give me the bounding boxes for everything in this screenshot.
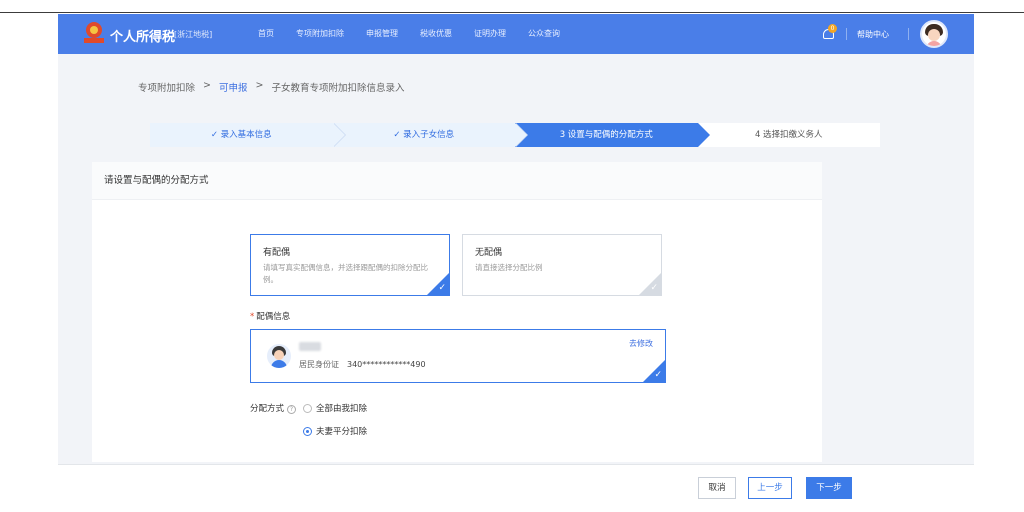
next-step-button[interactable]: 下一步 bbox=[806, 477, 852, 499]
spouse-name-redacted bbox=[299, 342, 321, 351]
option-title: 有配偶 bbox=[263, 248, 291, 258]
allocation-method-label: 分配方式? bbox=[250, 402, 297, 414]
region-label: [浙江地税] bbox=[174, 30, 213, 39]
help-center-link[interactable]: 帮助中心 bbox=[857, 29, 889, 40]
nav-tax-benefits[interactable]: 税收优惠 bbox=[420, 28, 452, 39]
main-nav: 首页 专项附加扣除 申报管理 税收优惠 证明办理 公众查询 bbox=[258, 28, 560, 39]
spouse-info-text: 配偶信息 bbox=[256, 312, 291, 322]
footer-bar: 取消 上一步 下一步 bbox=[58, 464, 974, 512]
radio-button-selected[interactable] bbox=[303, 426, 312, 436]
top-divider-line bbox=[0, 12, 1024, 13]
nav-special-deduction[interactable]: 专项附加扣除 bbox=[296, 28, 344, 39]
option-desc: 请填写真实配偶信息，并选择跟配偶的扣除分配比例。 bbox=[263, 263, 428, 284]
radio-button[interactable] bbox=[303, 403, 312, 413]
card-title: 请设置与配偶的分配方式 bbox=[92, 162, 822, 200]
breadcrumb-separator: > bbox=[255, 80, 264, 91]
bell-icon[interactable]: 0 bbox=[822, 24, 837, 40]
tax-emblem-icon bbox=[84, 22, 104, 44]
question-icon[interactable]: ? bbox=[287, 405, 297, 414]
prev-step-button[interactable]: 上一步 bbox=[748, 477, 792, 499]
nav-certificates[interactable]: 证明办理 bbox=[474, 28, 506, 39]
nav-home[interactable]: 首页 bbox=[258, 28, 274, 39]
nav-public-query[interactable]: 公众查询 bbox=[528, 28, 560, 39]
step-child-info: ✓ 录入子女信息 bbox=[332, 123, 528, 147]
check-icon: ✓ bbox=[438, 283, 446, 293]
spouse-id-type: 居民身份证 bbox=[299, 360, 339, 369]
option-no-spouse[interactable]: 无配偶 请直接选择分配比例 ✓ bbox=[462, 234, 662, 296]
spouse-info-label: * 配偶信息 bbox=[250, 310, 290, 322]
breadcrumb-item-declarable[interactable]: 可申报 bbox=[219, 80, 248, 94]
radio-all-by-me[interactable]: 全部由我扣除 bbox=[303, 402, 367, 414]
step-label: ✓ 录入基本信息 bbox=[210, 130, 272, 140]
option-desc: 请直接选择分配比例 bbox=[475, 263, 543, 272]
radio-label: 夫妻平分扣除 bbox=[316, 427, 368, 437]
breadcrumb: 专项附加扣除 > 可申报 > 子女教育专项附加扣除信息录入 bbox=[138, 80, 404, 94]
check-icon: ✓ bbox=[654, 370, 662, 380]
edit-spouse-link[interactable]: 去修改 bbox=[629, 338, 653, 349]
header-divider bbox=[846, 28, 847, 40]
spouse-avatar-icon bbox=[267, 344, 291, 368]
step-basic-info: ✓ 录入基本信息 bbox=[150, 123, 346, 147]
radio-label: 全部由我扣除 bbox=[316, 404, 368, 414]
spouse-id-number: 340************490 bbox=[347, 360, 426, 369]
step-label: 3 设置与配偶的分配方式 bbox=[559, 130, 653, 140]
step-withholding-agent: 4 选择扣缴义务人 bbox=[697, 123, 880, 147]
spouse-id: 居民身份证 340************490 bbox=[299, 359, 426, 370]
brand-title: 个人所得税 bbox=[110, 30, 176, 45]
header-divider bbox=[908, 28, 909, 40]
option-has-spouse[interactable]: 有配偶 请填写真实配偶信息，并选择跟配偶的扣除分配比例。 ✓ bbox=[250, 234, 450, 296]
top-header: 个人所得税 [浙江地税] 首页 专项附加扣除 申报管理 税收优惠 证明办理 公众… bbox=[58, 14, 974, 54]
step-spouse-allocation: 3 设置与配偶的分配方式 bbox=[515, 123, 710, 147]
step-progress: ✓ 录入基本信息 ✓ 录入子女信息 3 设置与配偶的分配方式 4 选择扣缴义务人 bbox=[150, 123, 880, 147]
user-avatar[interactable] bbox=[920, 20, 948, 48]
check-icon: ✓ bbox=[650, 283, 658, 293]
required-mark: * bbox=[250, 312, 255, 322]
notification-badge: 0 bbox=[828, 24, 837, 33]
spouse-info-card[interactable]: 居民身份证 340************490 去修改 ✓ bbox=[250, 329, 666, 383]
allocation-card: 请设置与配偶的分配方式 bbox=[92, 162, 822, 462]
radio-split-half[interactable]: 夫妻平分扣除 bbox=[303, 425, 367, 437]
breadcrumb-current: 子女教育专项附加扣除信息录入 bbox=[271, 83, 405, 94]
step-label: 4 选择扣缴义务人 bbox=[754, 130, 823, 140]
nav-declaration[interactable]: 申报管理 bbox=[366, 28, 398, 39]
allocation-method-text: 分配方式 bbox=[250, 404, 285, 414]
breadcrumb-item-special-deduction[interactable]: 专项附加扣除 bbox=[138, 80, 195, 94]
option-title: 无配偶 bbox=[475, 248, 503, 258]
step-label: ✓ 录入子女信息 bbox=[393, 130, 455, 140]
cancel-button[interactable]: 取消 bbox=[698, 477, 736, 499]
breadcrumb-separator: > bbox=[203, 80, 211, 91]
